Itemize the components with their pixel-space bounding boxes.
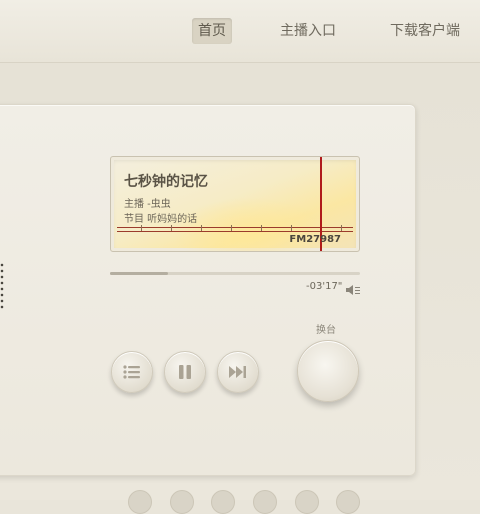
song-title: 七秒钟的记忆	[124, 174, 208, 190]
weibo-icon[interactable]	[170, 490, 194, 514]
radio-display: 七秒钟的记忆 主播 -虫虫 节目 听妈妈的话 FM27987	[110, 156, 360, 252]
frequency-readout: FM27987	[289, 234, 341, 245]
comment-icon[interactable]	[295, 490, 319, 514]
scale-tick	[261, 225, 262, 231]
scale-tick	[171, 225, 172, 231]
nav-download-client[interactable]: 下载客户端	[384, 18, 466, 44]
scale-tick	[341, 225, 342, 231]
scale-tick	[201, 225, 202, 231]
message-icon[interactable]	[211, 490, 235, 514]
scale-tick	[291, 225, 292, 231]
speaker-grille	[0, 262, 4, 310]
progress-bar[interactable]	[110, 272, 360, 275]
scale-tick	[141, 225, 142, 231]
playlist-button[interactable]	[111, 351, 153, 393]
scale-tick	[231, 225, 232, 231]
pause-button[interactable]	[164, 351, 206, 393]
progress-fill	[110, 272, 168, 275]
volume-icon[interactable]	[345, 281, 361, 295]
program-name: 节目 听妈妈的话	[124, 214, 198, 225]
nav-host-entry[interactable]: 主播入口	[274, 18, 342, 44]
nav-home[interactable]: 首页	[192, 18, 232, 44]
share-icon[interactable]	[128, 490, 152, 514]
volume-down-icon[interactable]	[336, 490, 360, 514]
tuning-scale	[117, 227, 353, 232]
bottom-icon-row	[125, 490, 365, 514]
time-remaining: -03'17"	[306, 281, 343, 292]
next-button[interactable]	[217, 351, 259, 393]
switch-station-knob[interactable]	[297, 340, 359, 402]
favorite-icon[interactable]	[253, 490, 277, 514]
top-navigation-bar: 首页 主播入口 下载客户端	[0, 0, 480, 63]
host-name: 主播 -虫虫	[124, 199, 171, 210]
switch-station-label: 换台	[316, 325, 336, 336]
